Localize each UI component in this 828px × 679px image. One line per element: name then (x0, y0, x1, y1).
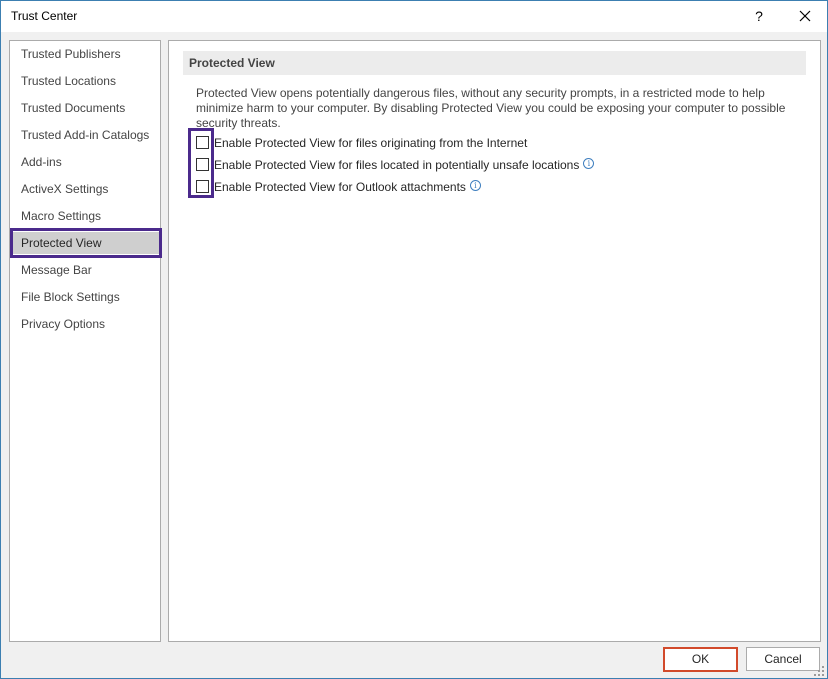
checkbox-internet-files[interactable] (196, 136, 209, 149)
option-internet-files-label[interactable]: Enable Protected View for files originat… (214, 134, 527, 152)
ok-button[interactable]: OK (663, 647, 738, 672)
sidebar-item-protected-view[interactable]: Protected View (11, 232, 159, 254)
option-unsafe-locations-label-wrap: Enable Protected View for files located … (214, 156, 595, 174)
sidebar-item-privacy-options[interactable]: Privacy Options (11, 313, 159, 335)
title-bar: Trust Center ? (1, 1, 827, 32)
option-unsafe-locations-label[interactable]: Enable Protected View for files located … (214, 158, 579, 172)
option-outlook-attachments-label[interactable]: Enable Protected View for Outlook attach… (214, 180, 466, 194)
trust-center-dialog: Trust Center ? Trusted Publishers Truste… (0, 0, 828, 679)
sidebar-item-macro-settings[interactable]: Macro Settings (11, 205, 159, 227)
resize-grip-icon[interactable] (813, 665, 825, 677)
sidebar-item-add-ins[interactable]: Add-ins (11, 151, 159, 173)
sidebar-item-trusted-locations[interactable]: Trusted Locations (11, 70, 159, 92)
sidebar-item-activex-settings[interactable]: ActiveX Settings (11, 178, 159, 200)
category-sidebar: Trusted Publishers Trusted Locations Tru… (9, 40, 161, 642)
close-button[interactable] (789, 5, 821, 27)
help-button[interactable]: ? (745, 5, 773, 27)
checkbox-unsafe-locations[interactable] (196, 158, 209, 171)
sidebar-item-message-bar[interactable]: Message Bar (11, 259, 159, 281)
close-icon (799, 10, 811, 22)
info-icon[interactable]: i (469, 180, 481, 191)
sidebar-item-trusted-publishers[interactable]: Trusted Publishers (11, 43, 159, 65)
dialog-title: Trust Center (11, 9, 78, 23)
sidebar-item-trusted-add-in-catalogs[interactable]: Trusted Add-in Catalogs (11, 124, 159, 146)
checkbox-outlook-attachments[interactable] (196, 180, 209, 193)
sidebar-item-file-block-settings[interactable]: File Block Settings (11, 286, 159, 308)
section-description: Protected View opens potentially dangero… (196, 86, 786, 130)
info-icon[interactable]: i (583, 158, 595, 169)
settings-panel: Protected View Protected View opens pote… (168, 40, 821, 642)
option-outlook-attachments-label-wrap: Enable Protected View for Outlook attach… (214, 178, 481, 196)
section-title: Protected View (183, 51, 806, 75)
cancel-button[interactable]: Cancel (746, 647, 820, 671)
sidebar-item-trusted-documents[interactable]: Trusted Documents (11, 97, 159, 119)
